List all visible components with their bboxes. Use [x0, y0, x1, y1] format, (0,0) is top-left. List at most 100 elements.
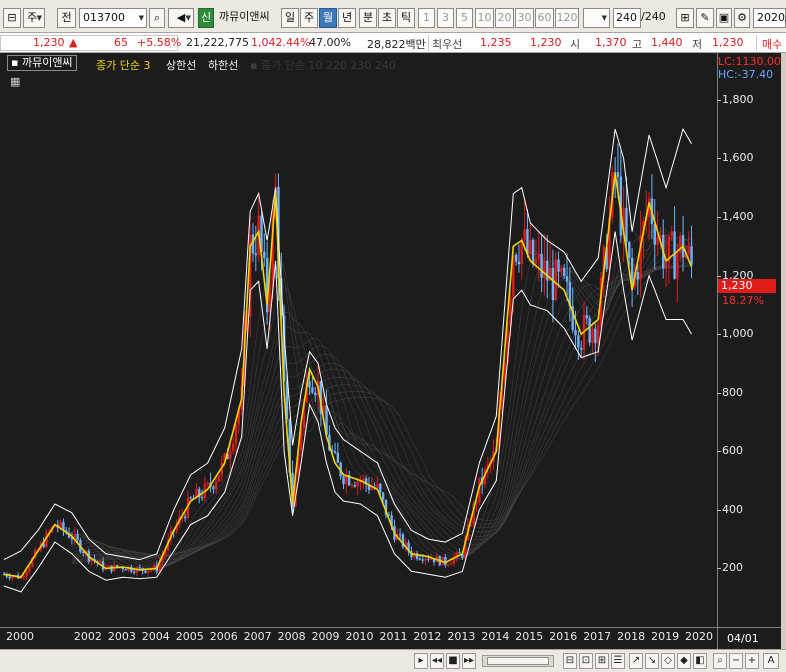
calendar-icon[interactable]: ▦ [10, 75, 20, 88]
candle-body [333, 451, 337, 453]
candle-body [59, 522, 62, 528]
interval-30-button[interactable]: 30 [515, 8, 534, 28]
period-day-button[interactable]: 일 [281, 8, 299, 28]
candle-body [28, 566, 31, 572]
scroll-thumb[interactable] [487, 657, 549, 665]
save-icon[interactable]: ▣ [716, 8, 732, 28]
date-input[interactable]: 2020/ [753, 8, 786, 28]
minus-icon[interactable]: − [729, 653, 743, 669]
x-tick-label: 2002 [73, 630, 102, 643]
x-tick-label: 2000 [6, 630, 34, 643]
candle-body [563, 267, 566, 277]
zoom-in-icon[interactable]: ⊞ [595, 653, 609, 669]
y-tick-label: 1,400 [722, 210, 754, 223]
interval-10-button[interactable]: 10 [475, 8, 494, 28]
interval-5-button[interactable]: 5 [456, 8, 473, 28]
trend-down-icon[interactable]: ↘ [645, 653, 659, 669]
legend-ma[interactable]: 종가 단순 3 [96, 57, 150, 73]
layout-icon[interactable]: ⊟ [3, 8, 21, 28]
chart-list-icon[interactable]: ☰ [611, 653, 625, 669]
candle-body [189, 497, 192, 499]
chart-plot[interactable] [0, 53, 717, 627]
period-year-button[interactable]: 년 [338, 8, 356, 28]
candle-body [217, 475, 221, 482]
interval-120-button[interactable]: 120 [555, 8, 579, 28]
period-minute-button[interactable]: 분 [359, 8, 377, 28]
period-month-button[interactable]: 월 [319, 8, 337, 28]
buy-label[interactable]: 매수 [762, 36, 782, 52]
prev-code-button[interactable]: 전 [57, 8, 76, 28]
trend-icon[interactable]: ↗ [629, 653, 643, 669]
y-tick-label: 600 [722, 444, 743, 458]
candle-body [132, 571, 136, 573]
fast-forward-icon[interactable]: ▸▸ [462, 653, 476, 669]
best-ask: 1,235 [480, 36, 512, 49]
new-stock-badge[interactable]: 신 [198, 8, 214, 28]
interval-custom-select[interactable] [583, 8, 610, 28]
candle-body [514, 254, 518, 262]
x-tick-label: 2015 [515, 630, 544, 643]
zoom-out-icon[interactable]: ⊟ [563, 653, 577, 669]
y-tick-label: 1,000 [722, 327, 754, 341]
tool-c-icon[interactable]: ◧ [693, 653, 707, 669]
legend-lower-band[interactable]: 하한선 [208, 57, 238, 73]
candle-body [76, 533, 79, 541]
y-tick-mark [717, 568, 721, 570]
y-tick-label: 200 [722, 561, 743, 575]
stock-code-input[interactable]: 013700 [79, 8, 147, 28]
candle-body [231, 443, 235, 452]
candle-body [424, 558, 427, 561]
lc-label: LC:1130.00 [718, 55, 782, 68]
zoom-reset-icon[interactable]: ⊡ [579, 653, 593, 669]
period-second-button[interactable]: 초 [378, 8, 396, 28]
period-week-button[interactable]: 주 [300, 8, 318, 28]
latest-date-label: 04/01 [717, 627, 781, 649]
candle-body [147, 570, 150, 573]
interval-1-button[interactable]: 1 [418, 8, 435, 28]
crosshair-icon[interactable]: ⊞ [676, 8, 694, 28]
candle-body [529, 239, 532, 255]
price-chart[interactable]: 200 400 600 800 1,000 1,200 1,400 1,600 1,800 20… [0, 53, 786, 649]
tool-a-icon[interactable]: ◇ [661, 653, 675, 669]
best-order-label: 최우선 [432, 38, 463, 51]
volume: 21,222,775 [186, 36, 249, 49]
candle-body [356, 481, 359, 487]
candle-body [8, 576, 11, 579]
current-price: 1,230 [33, 36, 65, 49]
zoom-search-icon[interactable]: ⌕ [713, 653, 727, 669]
candle-body [421, 559, 424, 561]
text-tool-icon[interactable]: A [763, 653, 779, 669]
low-price: 1,230 [712, 36, 744, 49]
period-tick-button[interactable]: 틱 [397, 8, 415, 28]
market-type-select[interactable]: 주 [23, 8, 45, 28]
settings-icon[interactable]: ⚙ [734, 8, 750, 28]
bar-count-input[interactable]: 240 [613, 8, 641, 28]
search-icon[interactable]: ⌕ [149, 8, 165, 28]
x-tick-label: 2007 [243, 630, 272, 643]
rewind-icon[interactable]: ◂◂ [430, 653, 444, 669]
x-tick-label: 2003 [107, 630, 136, 643]
candle-body [670, 231, 673, 237]
tool-b-icon[interactable]: ◆ [677, 653, 691, 669]
candle-body [687, 246, 690, 254]
legend-upper-band[interactable]: 상한선 [166, 57, 196, 73]
legend-stock-name[interactable]: ▪ 까뮤이앤씨 [7, 55, 77, 71]
interval-3-button[interactable]: 3 [437, 8, 454, 28]
open-label: 시 [570, 38, 581, 51]
vertical-scrollbar[interactable] [781, 53, 786, 649]
stop-icon[interactable]: ■ [446, 653, 460, 669]
candle-body [537, 253, 540, 259]
candle-body [616, 172, 620, 177]
x-tick-label: 2016 [549, 630, 578, 643]
x-tick-label: 2006 [209, 630, 238, 643]
draw-tool-icon[interactable]: ✎ [696, 8, 714, 28]
candle-body [206, 482, 209, 484]
y-tick-mark [717, 217, 721, 218]
sound-icon[interactable]: ◀ [168, 8, 194, 28]
scroll-right-icon[interactable]: ▸ [414, 653, 428, 669]
interval-60-button[interactable]: 60 [535, 8, 554, 28]
horizontal-scrollbar[interactable] [482, 655, 554, 667]
candle-body [577, 335, 580, 348]
interval-20-button[interactable]: 20 [495, 8, 514, 28]
plus-icon[interactable]: + [745, 653, 759, 669]
